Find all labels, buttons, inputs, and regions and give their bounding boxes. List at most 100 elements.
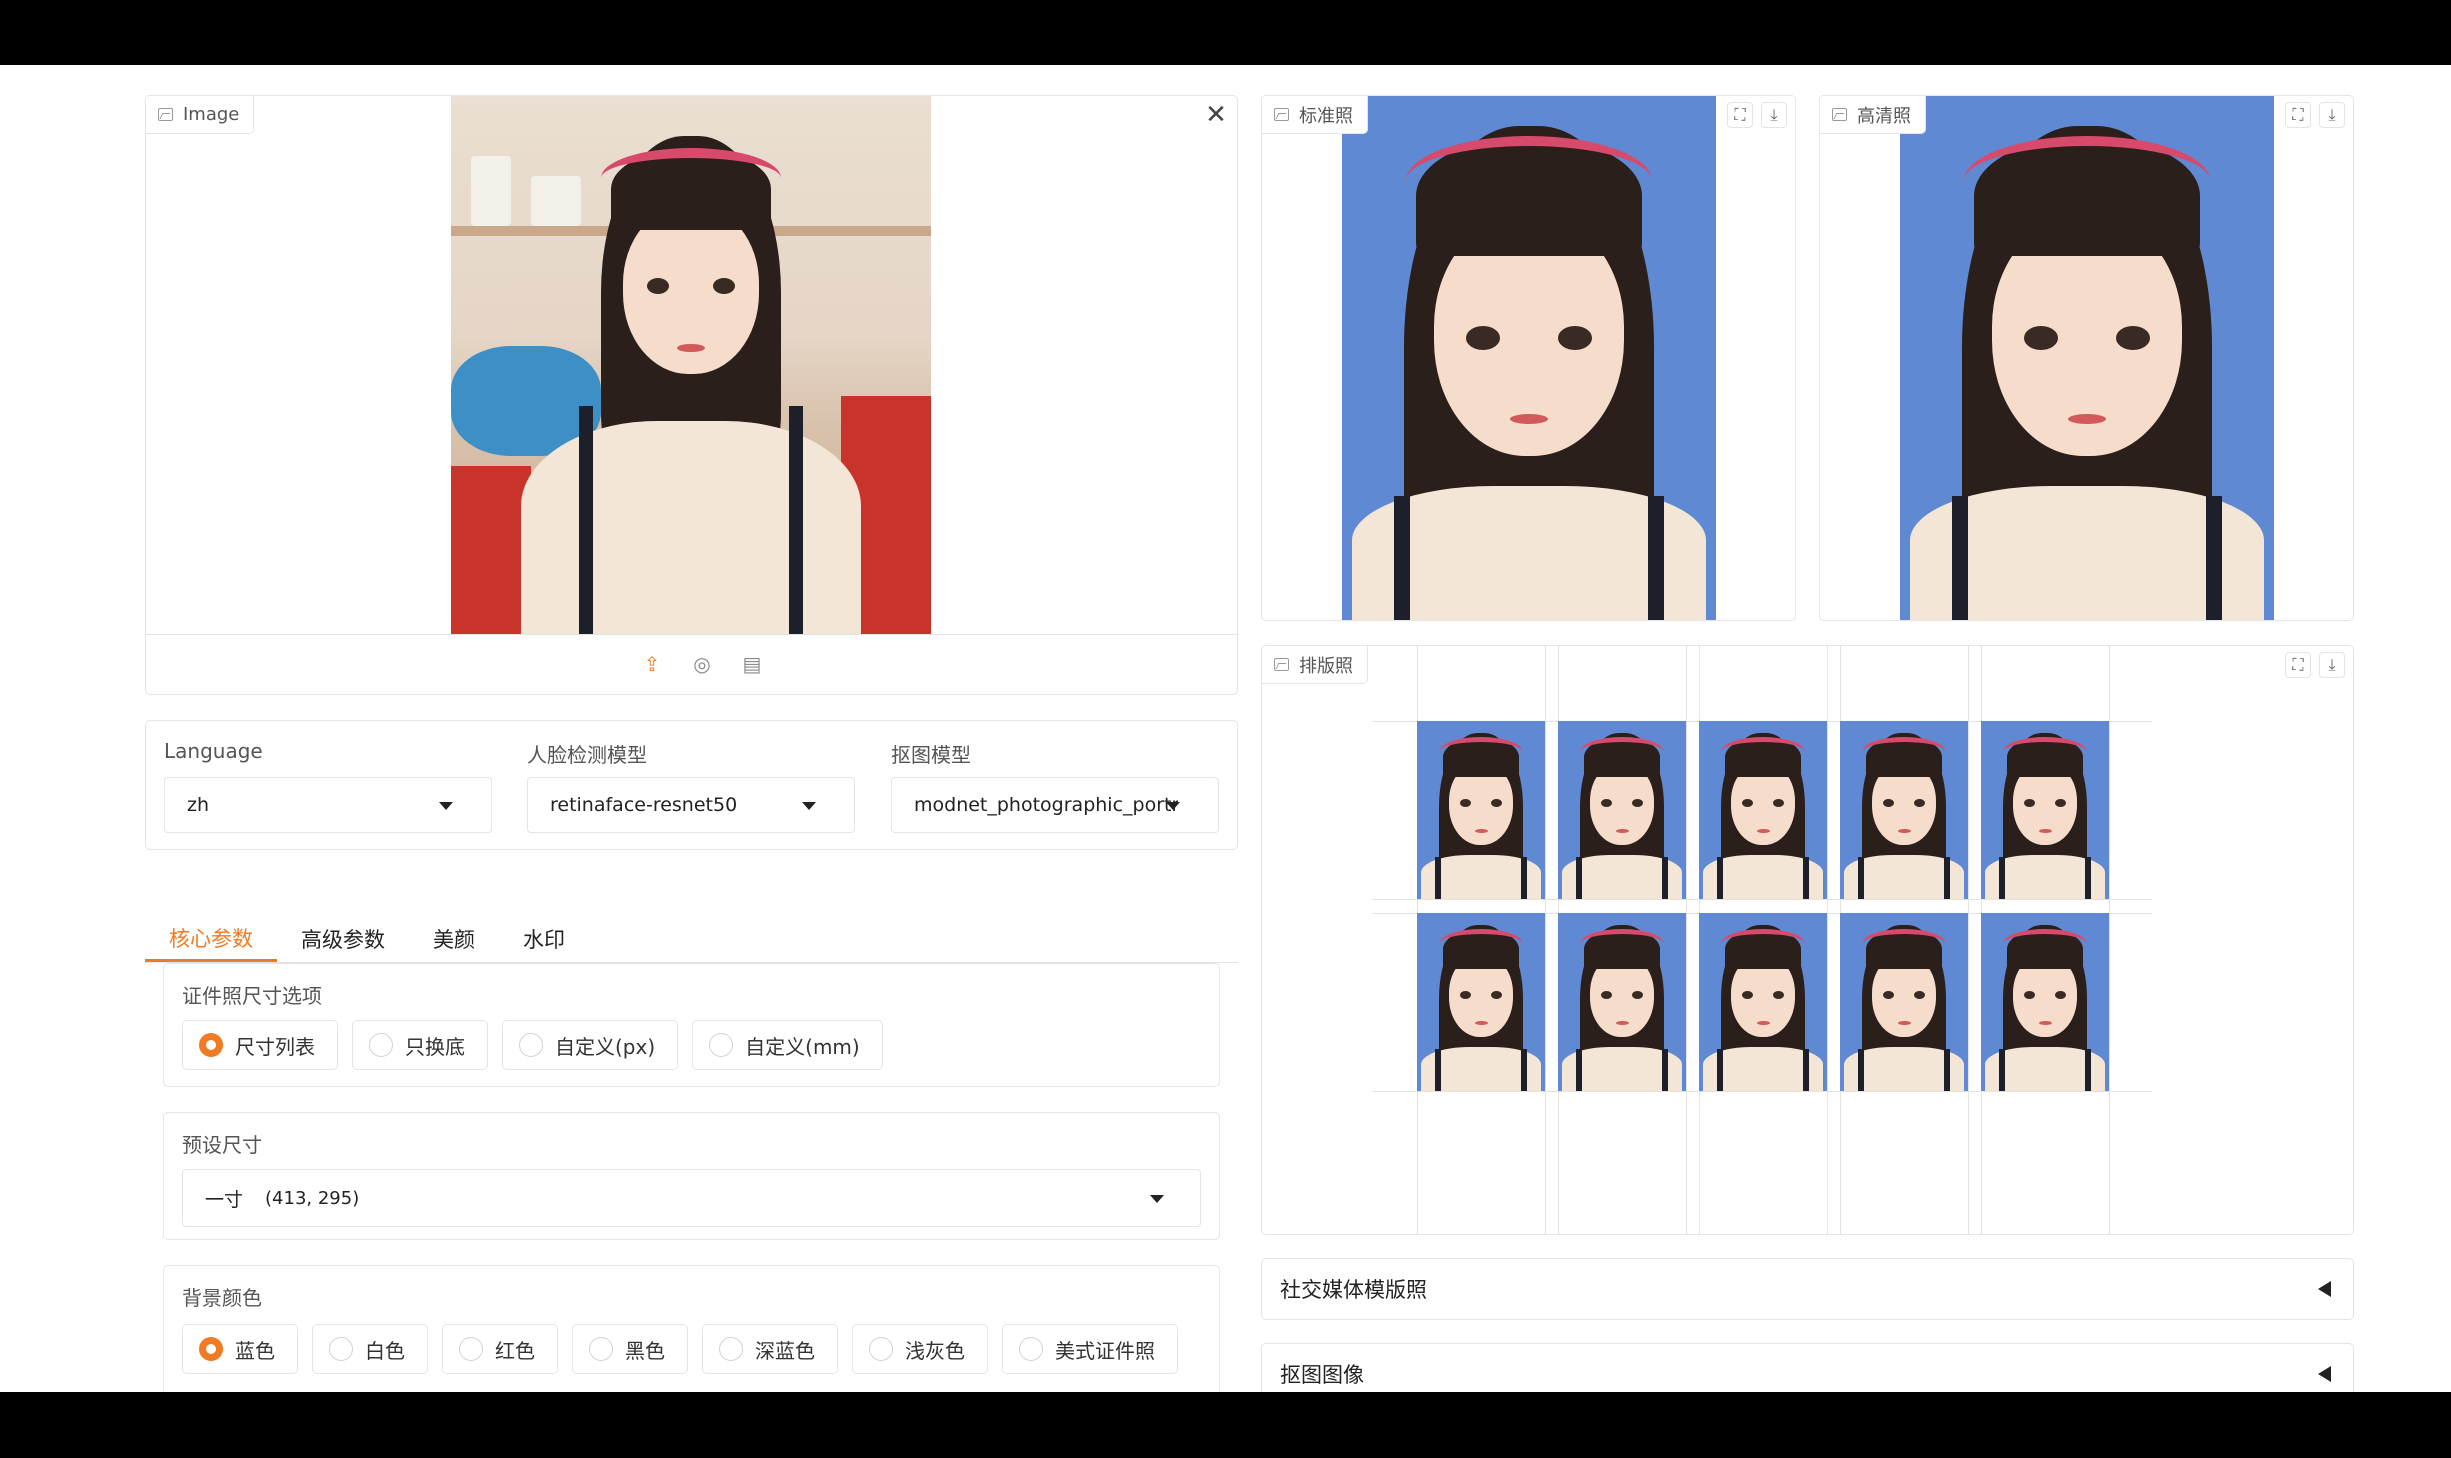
bg-color-us-id-label: 美式证件照 xyxy=(1055,1338,1155,1363)
child-figure xyxy=(451,96,931,634)
size-option-custom-mm-label: 自定义(mm) xyxy=(745,1034,860,1059)
fullscreen-icon[interactable]: ⛶ xyxy=(2285,102,2311,128)
tab-watermark[interactable]: 水印 xyxy=(499,916,589,962)
input-image-label-text: Image xyxy=(183,104,240,125)
language-select[interactable]: zh xyxy=(164,777,492,833)
face-model-label: 人脸检测模型 xyxy=(527,743,647,767)
fullscreen-icon[interactable]: ⛶ xyxy=(2285,652,2311,678)
bg-color-black[interactable]: 黑色 xyxy=(572,1324,688,1374)
input-image-label: Image xyxy=(146,96,255,134)
clipboard-icon[interactable]: ▤ xyxy=(740,652,764,676)
child-figure xyxy=(1558,913,1686,1091)
standard-photo-label-text: 标准照 xyxy=(1299,105,1353,127)
layout-photo-label: 排版照 xyxy=(1262,646,1368,684)
chevron-down-icon xyxy=(802,802,816,810)
matting-image-label: 抠图图像 xyxy=(1280,1363,1364,1387)
child-figure xyxy=(1699,721,1827,899)
face-model-value: retinaface-resnet50 xyxy=(550,794,738,816)
preset-size-name: 一寸 xyxy=(205,1188,244,1211)
child-figure xyxy=(1900,96,2274,620)
matting-model-value: modnet_photographic_portrait xyxy=(914,794,1178,816)
sheet-guide-line xyxy=(2109,646,2110,1234)
preset-size-group: 预设尺寸 一寸 (413, 295) xyxy=(163,1112,1220,1240)
download-icon[interactable]: ⤓ xyxy=(1761,102,1787,128)
model-selectors: Language zh 人脸检测模型 retinaface-resnet50 抠… xyxy=(145,720,1238,850)
face-model-select[interactable]: retinaface-resnet50 xyxy=(527,777,855,833)
triangle-left-icon xyxy=(2318,1366,2331,1382)
matting-image-accordion[interactable]: 抠图图像 xyxy=(1261,1343,2354,1392)
layout-photo-tile xyxy=(1981,721,2109,899)
layout-photo-label-text: 排版照 xyxy=(1299,655,1353,677)
child-figure xyxy=(1981,721,2109,899)
bg-color-black-label: 黑色 xyxy=(625,1338,665,1363)
sheet-guide-line xyxy=(1545,646,1546,1234)
size-options-group: 证件照尺寸选项 尺寸列表 只换底 自定义(px) 自定义(mm) xyxy=(163,963,1220,1087)
bg-color-dark-blue[interactable]: 深蓝色 xyxy=(702,1324,838,1374)
image-icon xyxy=(1274,658,1289,671)
sheet-guide-line xyxy=(1372,1091,2152,1092)
hd-photo-image xyxy=(1900,96,2274,620)
tab-advanced-params[interactable]: 高级参数 xyxy=(277,916,409,962)
upload-icon[interactable]: ⇪ xyxy=(640,652,664,676)
radio-indicator xyxy=(719,1337,743,1361)
matting-model-select[interactable]: modnet_photographic_portrait xyxy=(891,777,1219,833)
layout-photo-tile xyxy=(1840,721,1968,899)
chevron-down-icon xyxy=(1166,802,1180,810)
radio-indicator xyxy=(1019,1337,1043,1361)
standard-photo-label: 标准照 xyxy=(1262,96,1368,134)
chevron-down-icon xyxy=(439,802,453,810)
tab-beauty[interactable]: 美颜 xyxy=(409,916,499,962)
sheet-guide-line xyxy=(1968,646,1969,1234)
radio-indicator xyxy=(459,1337,483,1361)
layout-photo-tile xyxy=(1981,913,2109,1091)
bg-color-light-gray[interactable]: 浅灰色 xyxy=(852,1324,988,1374)
close-icon[interactable]: ✕ xyxy=(1201,100,1231,130)
hd-photo-label-text: 高清照 xyxy=(1857,105,1911,127)
social-media-template-label: 社交媒体模版照 xyxy=(1280,1278,1427,1302)
layout-photo-sheet xyxy=(1372,646,2197,1234)
input-image-panel[interactable]: Image ✕ ⇪ ◎ ▤ xyxy=(145,95,1238,695)
size-option-custom-px-label: 自定义(px) xyxy=(555,1034,656,1059)
radio-selected-indicator xyxy=(199,1033,223,1057)
fullscreen-icon[interactable]: ⛶ xyxy=(1727,102,1753,128)
background-color-group: 背景颜色 蓝色 白色 红色 黑色 深蓝色 浅灰色 美式证件照 xyxy=(163,1265,1220,1392)
radio-selected-indicator xyxy=(199,1337,223,1361)
sheet-guide-line xyxy=(1827,646,1828,1234)
child-figure xyxy=(1417,721,1545,899)
webcam-icon[interactable]: ◎ xyxy=(690,652,714,676)
size-option-custom-px[interactable]: 自定义(px) xyxy=(502,1020,679,1070)
tab-core-params[interactable]: 核心参数 xyxy=(145,916,277,962)
chevron-down-icon xyxy=(1150,1195,1164,1203)
social-media-template-accordion[interactable]: 社交媒体模版照 xyxy=(1261,1258,2354,1320)
download-icon[interactable]: ⤓ xyxy=(2319,652,2345,678)
size-option-bg-only[interactable]: 只换底 xyxy=(352,1020,488,1070)
child-figure xyxy=(1342,96,1716,620)
bg-color-us-id[interactable]: 美式证件照 xyxy=(1002,1324,1178,1374)
background-color-label: 背景颜色 xyxy=(182,1286,262,1310)
radio-indicator xyxy=(709,1033,734,1057)
bg-color-blue[interactable]: 蓝色 xyxy=(182,1324,298,1374)
download-icon[interactable]: ⤓ xyxy=(2319,102,2345,128)
radio-indicator xyxy=(369,1033,393,1057)
layout-photo-tile xyxy=(1417,721,1545,899)
image-icon xyxy=(1274,108,1289,121)
bg-color-light-gray-label: 浅灰色 xyxy=(905,1338,965,1363)
layout-photo-tile xyxy=(1840,913,1968,1091)
child-figure xyxy=(1981,913,2109,1091)
matting-model-label: 抠图模型 xyxy=(891,743,971,767)
bg-color-white[interactable]: 白色 xyxy=(312,1324,428,1374)
radio-indicator xyxy=(869,1337,893,1361)
size-options-label: 证件照尺寸选项 xyxy=(182,984,322,1008)
size-option-list-label: 尺寸列表 xyxy=(235,1034,315,1059)
language-label: Language xyxy=(164,739,263,763)
image-icon xyxy=(1832,108,1847,121)
size-option-bg-only-label: 只换底 xyxy=(405,1034,465,1059)
preset-size-select[interactable]: 一寸 (413, 295) xyxy=(182,1169,1201,1227)
hd-photo-label: 高清照 xyxy=(1820,96,1926,134)
size-option-list[interactable]: 尺寸列表 xyxy=(182,1020,338,1070)
size-option-custom-mm[interactable]: 自定义(mm) xyxy=(692,1020,883,1070)
layout-photo-tile xyxy=(1558,721,1686,899)
bg-color-red[interactable]: 红色 xyxy=(442,1324,558,1374)
layout-photo-tile xyxy=(1417,913,1545,1091)
triangle-left-icon xyxy=(2318,1281,2331,1297)
